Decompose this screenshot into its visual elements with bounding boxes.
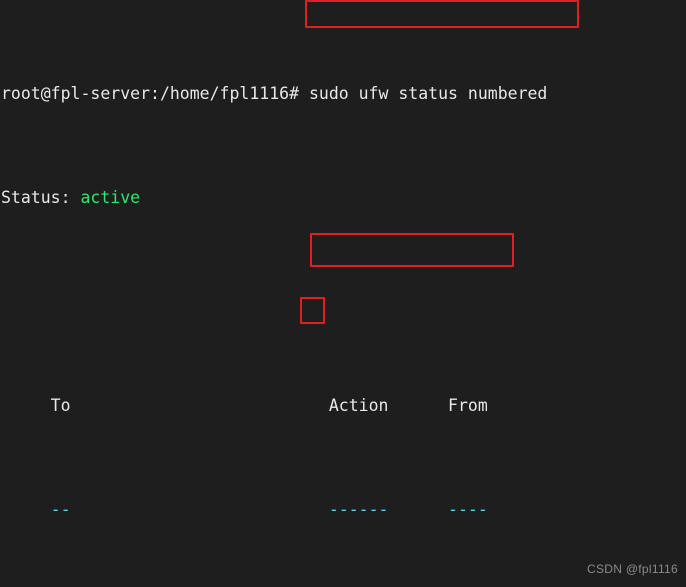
watermark: CSDN @fpl1116 xyxy=(586,562,678,577)
rule-from: ---- xyxy=(448,500,488,520)
status-line-1: Status: active xyxy=(1,188,557,209)
command-text-status-numbered[interactable] xyxy=(299,84,309,103)
rule-action: ------ xyxy=(328,500,389,520)
rule-to: -- xyxy=(50,500,71,520)
gap-2 xyxy=(388,396,448,415)
status-label: Status: xyxy=(1,188,71,208)
gap-1 xyxy=(71,396,329,415)
column-header-to: To xyxy=(50,396,71,416)
numbered-table-rule: -- ------ ---- xyxy=(1,500,557,521)
rule-indent xyxy=(1,500,51,519)
column-header-from: From xyxy=(448,396,488,416)
terminal-screen[interactable]: root@fpl-server:/home/fpl1116# sudo ufw … xyxy=(0,0,557,587)
numbered-table-header: To Action From xyxy=(1,396,557,417)
command-line-1: root@fpl-server:/home/fpl1116# sudo ufw … xyxy=(1,84,557,105)
shell-prompt: root@fpl-server:/home/fpl1116# xyxy=(1,84,300,104)
gap-4 xyxy=(388,500,448,519)
terminal-window[interactable]: root@fpl-server:/home/fpl1116# sudo ufw … xyxy=(0,0,686,587)
header-indent xyxy=(1,396,51,415)
column-header-action: Action xyxy=(328,396,389,416)
status-value-active: active xyxy=(80,188,141,208)
status-space xyxy=(71,188,81,207)
gap-3 xyxy=(71,500,329,519)
command-status-numbered[interactable]: sudo ufw status numbered xyxy=(309,84,547,103)
